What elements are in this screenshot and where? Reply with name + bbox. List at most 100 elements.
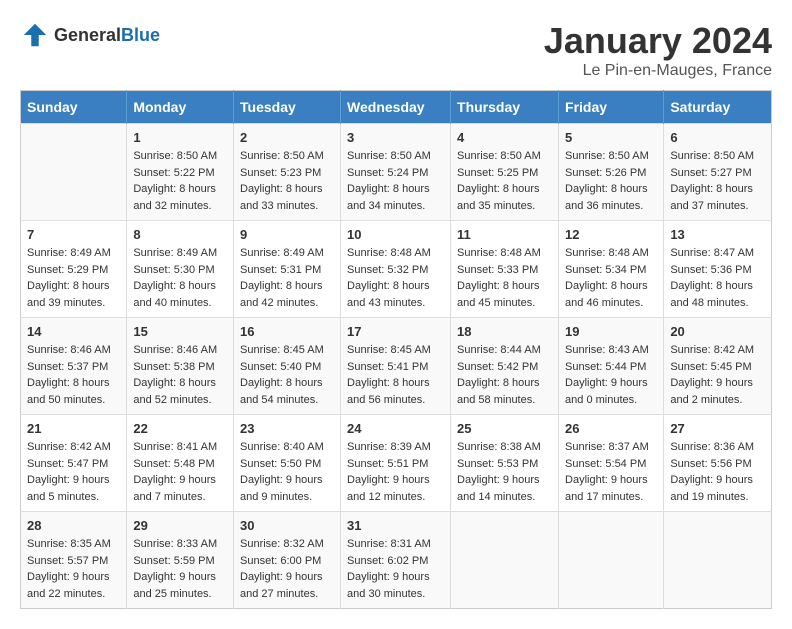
day-info: Sunrise: 8:48 AM Sunset: 5:33 PM Dayligh… [457, 245, 552, 311]
calendar-cell: 22 Sunrise: 8:41 AM Sunset: 5:48 PM Dayli… [127, 415, 234, 512]
day-info: Sunrise: 8:38 AM Sunset: 5:53 PM Dayligh… [457, 439, 552, 505]
title-area: January 2024 Le Pin-en-Mauges, France [544, 20, 772, 80]
day-info: Sunrise: 8:36 AM Sunset: 5:56 PM Dayligh… [670, 439, 765, 505]
calendar-cell: 7Sunrise: 8:49 AM Sunset: 5:29 PM Daylig… [21, 221, 127, 318]
calendar-cell: 16 Sunrise: 8:45 AM Sunset: 5:40 PM Dayli… [234, 318, 341, 415]
day-info: Sunrise: 8:39 AM Sunset: 5:51 PM Dayligh… [347, 439, 444, 505]
day-info: Sunrise: 8:40 AM Sunset: 5:50 PM Dayligh… [240, 439, 334, 505]
calendar-cell: 29 Sunrise: 8:33 AM Sunset: 5:59 PM Dayli… [127, 512, 234, 609]
day-number: 22 [133, 421, 227, 436]
day-number: 6 [670, 130, 765, 145]
calendar-cell: 24 Sunrise: 8:39 AM Sunset: 5:51 PM Dayli… [341, 415, 451, 512]
day-info: Sunrise: 8:50 AM Sunset: 5:24 PM Dayligh… [347, 148, 444, 214]
logo: GeneralBlue [20, 20, 160, 50]
day-number: 20 [670, 324, 765, 339]
logo-icon [20, 20, 50, 50]
calendar-cell: 17Sunrise: 8:45 AM Sunset: 5:41 PM Dayli… [341, 318, 451, 415]
calendar-cell: 21 Sunrise: 8:42 AM Sunset: 5:47 PM Dayli… [21, 415, 127, 512]
day-info: Sunrise: 8:41 AM Sunset: 5:48 PM Dayligh… [133, 439, 227, 505]
day-info: Sunrise: 8:45 AM Sunset: 5:41 PM Dayligh… [347, 342, 444, 408]
day-info: Sunrise: 8:47 AM Sunset: 5:36 PM Dayligh… [670, 245, 765, 311]
location: Le Pin-en-Mauges, France [544, 62, 772, 80]
calendar-cell: 25 Sunrise: 8:38 AM Sunset: 5:53 PM Dayli… [451, 415, 559, 512]
calendar-cell: 14 Sunrise: 8:46 AM Sunset: 5:37 PM Dayli… [21, 318, 127, 415]
calendar-cell: 18 Sunrise: 8:44 AM Sunset: 5:42 PM Dayli… [451, 318, 559, 415]
calendar-cell [21, 124, 127, 221]
calendar-week-row: 7Sunrise: 8:49 AM Sunset: 5:29 PM Daylig… [21, 221, 772, 318]
day-number: 24 [347, 421, 444, 436]
calendar-week-row: 28 Sunrise: 8:35 AM Sunset: 5:57 PM Dayli… [21, 512, 772, 609]
month-year: January 2024 [544, 20, 772, 62]
day-number: 16 [240, 324, 334, 339]
weekday-header: Sunday [21, 91, 127, 124]
day-number: 26 [565, 421, 657, 436]
calendar-cell: 3 Sunrise: 8:50 AM Sunset: 5:24 PM Daylig… [341, 124, 451, 221]
calendar-cell: 31 Sunrise: 8:31 AM Sunset: 6:02 PM Dayli… [341, 512, 451, 609]
weekday-header: Thursday [451, 91, 559, 124]
calendar-cell: 1Sunrise: 8:50 AM Sunset: 5:22 PM Daylig… [127, 124, 234, 221]
logo-text-blue: Blue [121, 25, 160, 45]
calendar-cell: 5 Sunrise: 8:50 AM Sunset: 5:26 PM Daylig… [559, 124, 664, 221]
day-number: 14 [27, 324, 120, 339]
day-number: 2 [240, 130, 334, 145]
day-info: Sunrise: 8:42 AM Sunset: 5:45 PM Dayligh… [670, 342, 765, 408]
calendar-cell: 11 Sunrise: 8:48 AM Sunset: 5:33 PM Dayli… [451, 221, 559, 318]
day-number: 28 [27, 518, 120, 533]
day-info: Sunrise: 8:50 AM Sunset: 5:25 PM Dayligh… [457, 148, 552, 214]
day-number: 11 [457, 227, 552, 242]
day-number: 5 [565, 130, 657, 145]
calendar-table: SundayMondayTuesdayWednesdayThursdayFrid… [20, 90, 772, 609]
day-number: 30 [240, 518, 334, 533]
day-info: Sunrise: 8:50 AM Sunset: 5:27 PM Dayligh… [670, 148, 765, 214]
day-info: Sunrise: 8:50 AM Sunset: 5:26 PM Dayligh… [565, 148, 657, 214]
day-number: 8 [133, 227, 227, 242]
day-number: 19 [565, 324, 657, 339]
weekday-header: Saturday [664, 91, 772, 124]
day-info: Sunrise: 8:31 AM Sunset: 6:02 PM Dayligh… [347, 536, 444, 602]
day-number: 29 [133, 518, 227, 533]
calendar-cell: 9 Sunrise: 8:49 AM Sunset: 5:31 PM Daylig… [234, 221, 341, 318]
day-info: Sunrise: 8:42 AM Sunset: 5:47 PM Dayligh… [27, 439, 120, 505]
day-number: 13 [670, 227, 765, 242]
day-info: Sunrise: 8:37 AM Sunset: 5:54 PM Dayligh… [565, 439, 657, 505]
day-number: 27 [670, 421, 765, 436]
day-number: 25 [457, 421, 552, 436]
day-info: Sunrise: 8:35 AM Sunset: 5:57 PM Dayligh… [27, 536, 120, 602]
day-number: 9 [240, 227, 334, 242]
day-info: Sunrise: 8:48 AM Sunset: 5:32 PM Dayligh… [347, 245, 444, 311]
calendar-cell: 10 Sunrise: 8:48 AM Sunset: 5:32 PM Dayli… [341, 221, 451, 318]
calendar-cell: 19 Sunrise: 8:43 AM Sunset: 5:44 PM Dayli… [559, 318, 664, 415]
day-info: Sunrise: 8:44 AM Sunset: 5:42 PM Dayligh… [457, 342, 552, 408]
day-info: Sunrise: 8:49 AM Sunset: 5:29 PM Dayligh… [27, 245, 120, 311]
weekday-header: Monday [127, 91, 234, 124]
day-info: Sunrise: 8:43 AM Sunset: 5:44 PM Dayligh… [565, 342, 657, 408]
calendar-cell: 13 Sunrise: 8:47 AM Sunset: 5:36 PM Dayli… [664, 221, 772, 318]
day-info: Sunrise: 8:45 AM Sunset: 5:40 PM Dayligh… [240, 342, 334, 408]
calendar-cell: 4 Sunrise: 8:50 AM Sunset: 5:25 PM Daylig… [451, 124, 559, 221]
day-info: Sunrise: 8:33 AM Sunset: 5:59 PM Dayligh… [133, 536, 227, 602]
day-number: 18 [457, 324, 552, 339]
day-number: 10 [347, 227, 444, 242]
calendar-week-row: 1Sunrise: 8:50 AM Sunset: 5:22 PM Daylig… [21, 124, 772, 221]
day-info: Sunrise: 8:50 AM Sunset: 5:23 PM Dayligh… [240, 148, 334, 214]
day-number: 12 [565, 227, 657, 242]
calendar-body: 1Sunrise: 8:50 AM Sunset: 5:22 PM Daylig… [21, 124, 772, 609]
day-number: 4 [457, 130, 552, 145]
calendar-week-row: 14 Sunrise: 8:46 AM Sunset: 5:37 PM Dayli… [21, 318, 772, 415]
day-info: Sunrise: 8:49 AM Sunset: 5:31 PM Dayligh… [240, 245, 334, 311]
day-info: Sunrise: 8:49 AM Sunset: 5:30 PM Dayligh… [133, 245, 227, 311]
day-number: 21 [27, 421, 120, 436]
day-info: Sunrise: 8:46 AM Sunset: 5:37 PM Dayligh… [27, 342, 120, 408]
day-info: Sunrise: 8:50 AM Sunset: 5:22 PM Dayligh… [133, 148, 227, 214]
day-number: 23 [240, 421, 334, 436]
calendar-cell: 12Sunrise: 8:48 AM Sunset: 5:34 PM Dayli… [559, 221, 664, 318]
calendar-cell: 15Sunrise: 8:46 AM Sunset: 5:38 PM Dayli… [127, 318, 234, 415]
day-info: Sunrise: 8:32 AM Sunset: 6:00 PM Dayligh… [240, 536, 334, 602]
day-number: 31 [347, 518, 444, 533]
calendar-cell: 8 Sunrise: 8:49 AM Sunset: 5:30 PM Daylig… [127, 221, 234, 318]
day-number: 3 [347, 130, 444, 145]
calendar-cell: 30 Sunrise: 8:32 AM Sunset: 6:00 PM Dayli… [234, 512, 341, 609]
weekday-header: Friday [559, 91, 664, 124]
logo-text-general: General [54, 25, 121, 45]
calendar-cell: 27 Sunrise: 8:36 AM Sunset: 5:56 PM Dayli… [664, 415, 772, 512]
